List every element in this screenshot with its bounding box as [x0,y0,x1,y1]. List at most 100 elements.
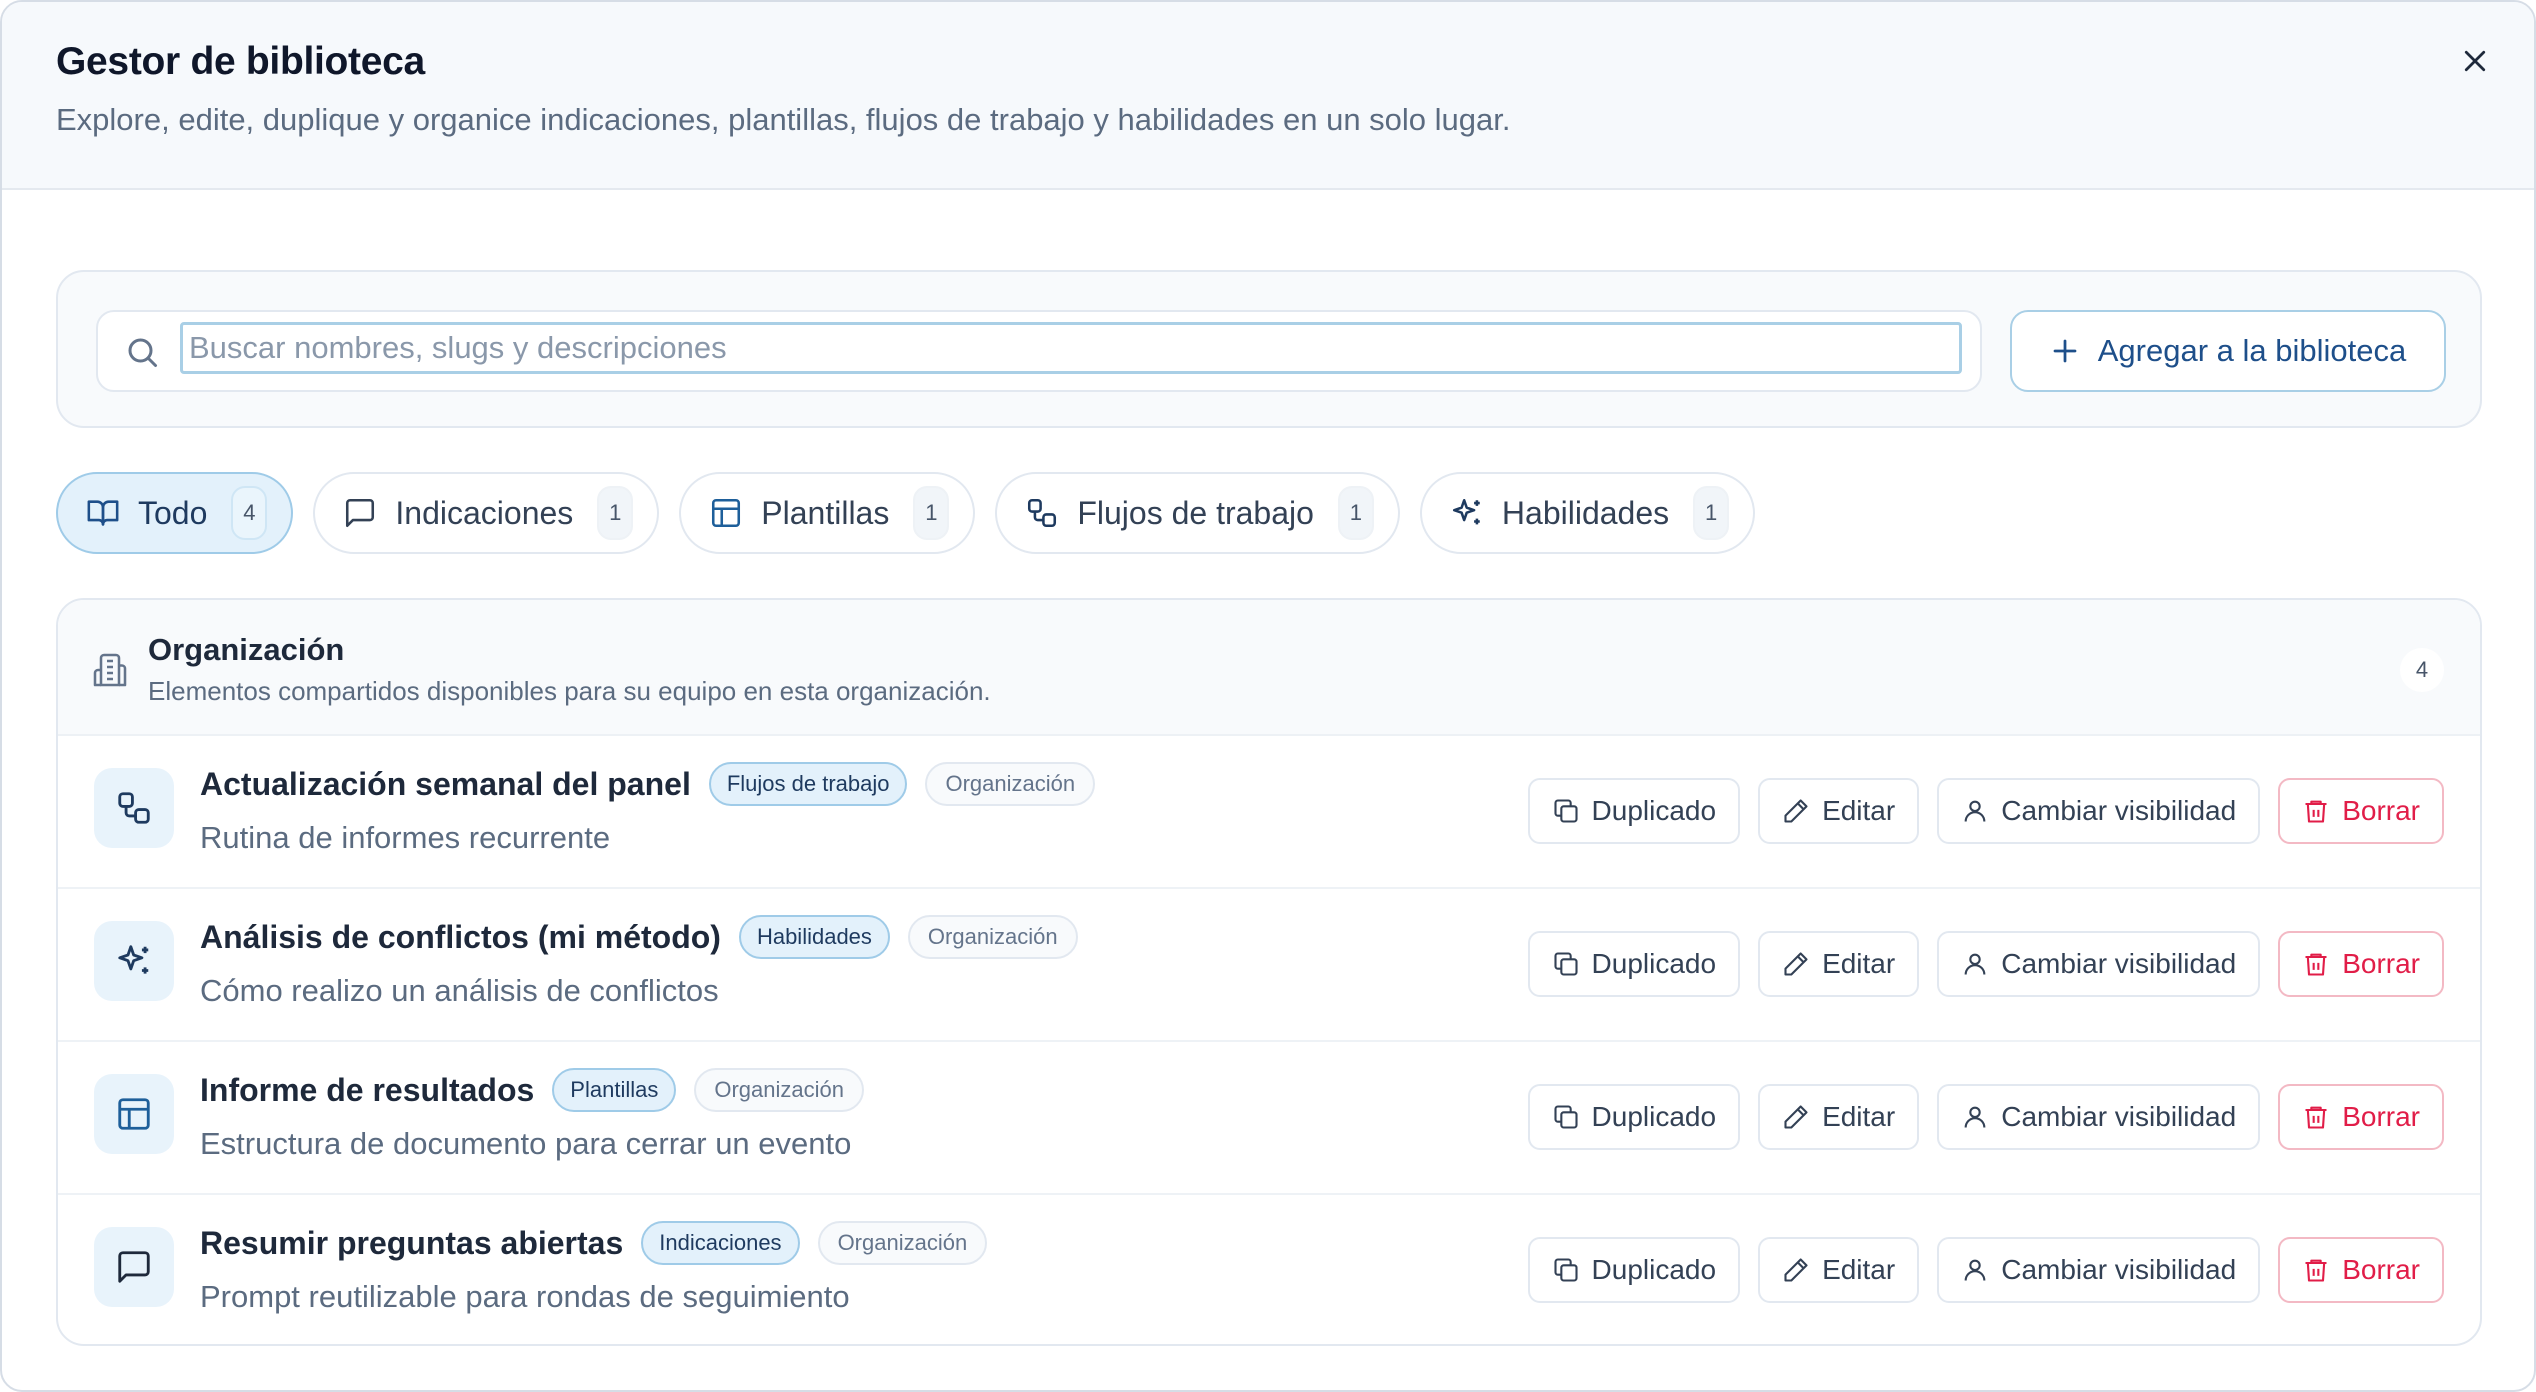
tab-all[interactable]: Todo 4 [56,472,294,554]
trash-icon [2305,800,2327,823]
duplicate-label: Duplicado [1591,1254,1717,1285]
trash-icon [2305,1259,2327,1282]
item-title: Resumir preguntas abiertas [200,1224,624,1261]
library-manager-dialog: Gestor de biblioteca Explore, edite, dup… [0,0,2536,1392]
item-type-badge: Indicaciones [641,1221,800,1265]
sparkles-icon [1450,496,1484,530]
edit-button[interactable]: Editar [1758,1237,1920,1303]
dialog-title: Gestor de biblioteca [56,40,425,83]
duplicate-label: Duplicado [1591,795,1717,826]
search-input[interactable] [180,322,1962,374]
item-type-badge: Habilidades [738,915,890,959]
edit-button[interactable]: Editar [1758,1084,1920,1150]
pencil-icon [1784,799,1808,823]
item-actions: Duplicado Editar Cambiar visibilidad Bor… [1527,931,2444,997]
item-icon-tile [94,1227,174,1307]
section-header: Organización Elementos compartidos dispo… [58,600,2480,736]
user-icon [1964,800,1986,822]
delete-label: Borrar [2342,1101,2420,1132]
duplicate-label: Duplicado [1591,948,1717,979]
organization-section: Organización Elementos compartidos dispo… [56,598,2482,1346]
tab-templates[interactable]: Plantillas 1 [679,472,976,554]
item-description: Prompt reutilizable para rondas de segui… [200,1279,850,1314]
change-visibility-label: Cambiar visibilidad [2001,1101,2237,1132]
section-description: Elementos compartidos disponibles para s… [148,676,991,706]
change-visibility-button[interactable]: Cambiar visibilidad [1937,1084,2261,1150]
tab-count: 4 [231,486,268,540]
search-box [96,310,1982,392]
tab-count: 1 [913,486,950,540]
tab-count: 1 [1337,486,1374,540]
edit-button[interactable]: Editar [1758,778,1920,844]
add-to-library-button[interactable]: Agregar a la biblioteca [2010,310,2446,392]
tab-label: Habilidades [1501,494,1670,531]
dialog-header: Gestor de biblioteca Explore, edite, dup… [2,2,2534,190]
pencil-icon [1784,952,1808,976]
tab-skills[interactable]: Habilidades 1 [1419,472,1756,554]
sparkles-icon [118,945,149,974]
change-visibility-button[interactable]: Cambiar visibilidad [1937,778,2261,844]
filter-tabs: Todo 4 Indicaciones 1 Plantillas 1 Flujo… [56,472,1756,554]
item-title: Actualización semanal del panel [200,765,691,802]
search-icon [128,338,157,367]
copy-icon [1553,1258,1578,1282]
delete-button[interactable]: Borrar [2278,931,2444,997]
library-item-row: Actualización semanal del panel Flujos d… [58,736,2480,889]
item-actions: Duplicado Editar Cambiar visibilidad Bor… [1527,1237,2444,1303]
dialog-subtitle: Explore, edite, duplique y organice indi… [56,102,1511,137]
tab-count: 1 [1693,486,1730,540]
item-icon-tile [94,921,174,1001]
plus-icon [2053,339,2077,363]
change-visibility-button[interactable]: Cambiar visibilidad [1937,931,2261,997]
tab-label: Indicaciones [395,494,574,531]
change-visibility-label: Cambiar visibilidad [2001,795,2237,826]
item-scope-badge: Organización [694,1068,864,1112]
trash-icon [2305,953,2327,976]
user-icon [1964,1259,1986,1281]
item-icon-tile [94,1074,174,1154]
item-scope-badge: Organización [925,762,1096,806]
copy-icon [1553,952,1578,976]
add-to-library-label: Agregar a la biblioteca [2097,333,2407,368]
delete-label: Borrar [2342,795,2420,826]
change-visibility-button[interactable]: Cambiar visibilidad [1937,1237,2261,1303]
delete-button[interactable]: Borrar [2278,1084,2444,1150]
item-description: Cómo realizo un análisis de conflictos [200,973,719,1008]
building-icon [93,653,127,687]
edit-label: Editar [1822,795,1896,826]
copy-icon [1553,1105,1578,1129]
duplicate-button[interactable]: Duplicado [1527,1084,1741,1150]
delete-label: Borrar [2342,1254,2420,1285]
message-square-icon [118,1251,150,1283]
tab-workflows[interactable]: Flujos de trabajo 1 [995,472,1400,554]
delete-button[interactable]: Borrar [2278,778,2444,844]
item-title: Informe de resultados [200,1071,535,1108]
duplicate-button[interactable]: Duplicado [1527,931,1741,997]
edit-label: Editar [1822,948,1896,979]
layout-template-icon [709,496,743,530]
item-description: Estructura de documento para cerrar un e… [200,1126,852,1161]
duplicate-button[interactable]: Duplicado [1527,778,1741,844]
close-icon [2464,50,2486,72]
edit-button[interactable]: Editar [1758,931,1920,997]
change-visibility-label: Cambiar visibilidad [2001,948,2237,979]
close-button[interactable] [2452,38,2498,84]
delete-button[interactable]: Borrar [2278,1237,2444,1303]
search-toolbar: Agregar a la biblioteca [56,270,2482,428]
edit-label: Editar [1822,1101,1896,1132]
workflow-icon [118,792,150,824]
delete-label: Borrar [2342,948,2420,979]
item-actions: Duplicado Editar Cambiar visibilidad Bor… [1527,1084,2444,1150]
library-item-row: Informe de resultados Plantillas Organiz… [58,1042,2480,1195]
tab-prompts[interactable]: Indicaciones 1 [313,472,660,554]
item-type-badge: Plantillas [552,1068,677,1112]
duplicate-button[interactable]: Duplicado [1527,1237,1741,1303]
library-item-row: Resumir preguntas abiertas Indicaciones … [58,1195,2480,1344]
duplicate-label: Duplicado [1591,1101,1717,1132]
item-type-badge: Flujos de trabajo [708,762,908,806]
edit-label: Editar [1822,1254,1896,1285]
user-icon [1964,953,1986,975]
message-square-icon [343,496,377,530]
section-count: 4 [2400,648,2444,692]
item-icon-tile [94,768,174,848]
